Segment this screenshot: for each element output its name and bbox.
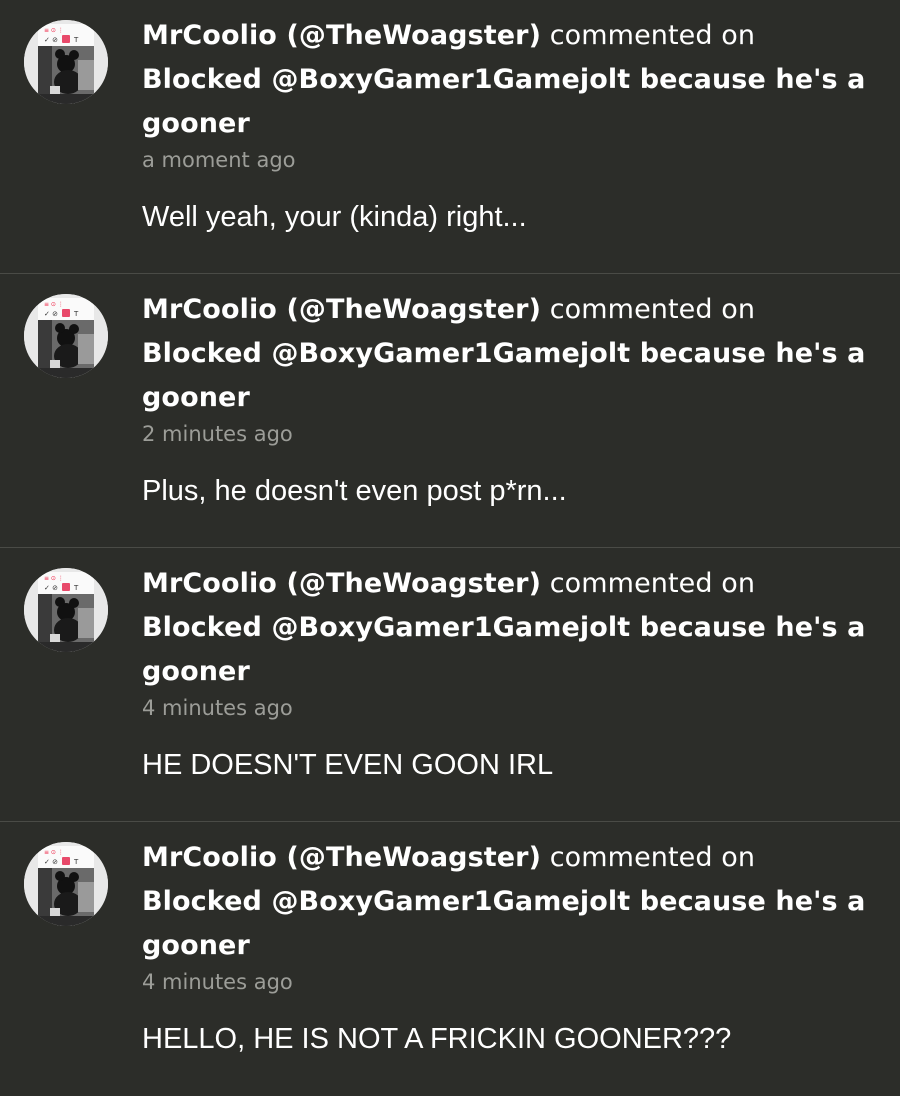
notification-headline: MrCoolio (@TheWoagster) commented on Blo… (142, 562, 882, 694)
svg-text:✓ ⊘: ✓ ⊘ (44, 584, 58, 592)
user-avatar[interactable]: ≡ ⊙ ⋮ ✓ ⊘ T (24, 20, 108, 104)
notification-content: MrCoolio (@TheWoagster) commented on Blo… (142, 562, 882, 783)
avatar-image: ≡ ⊙ ⋮ ✓ ⊘ T (24, 20, 108, 104)
svg-text:T: T (73, 584, 79, 592)
svg-text:≡ ⊙ ⋮: ≡ ⊙ ⋮ (44, 575, 64, 582)
svg-text:T: T (73, 858, 79, 866)
notification-feed: ≡ ⊙ ⋮ ✓ ⊘ T MrCoolio (@TheWoagster) comm… (0, 0, 900, 1096)
notification-headline: MrCoolio (@TheWoagster) commented on Blo… (142, 288, 882, 420)
comment-text: HELLO, HE IS NOT A FRICKIN GOONER??? (142, 1023, 732, 1055)
svg-text:✓ ⊘: ✓ ⊘ (44, 36, 58, 44)
action-text: commented on (549, 842, 756, 873)
notification-content: MrCoolio (@TheWoagster) commented on Blo… (142, 14, 882, 235)
timestamp: a moment ago (142, 148, 296, 172)
svg-text:✓ ⊘: ✓ ⊘ (44, 858, 58, 866)
timestamp: 2 minutes ago (142, 422, 293, 446)
post-title-link[interactable]: Blocked @BoxyGamer1Gamejolt because he's… (142, 64, 865, 139)
post-title-link[interactable]: Blocked @BoxyGamer1Gamejolt because he's… (142, 886, 865, 961)
notification-headline: MrCoolio (@TheWoagster) commented on Blo… (142, 836, 882, 968)
notification-item[interactable]: ≡ ⊙ ⋮ ✓ ⊘ T MrCoolio (@TheWoagster) comm… (0, 822, 900, 1096)
comment-text: HE DOESN'T EVEN GOON IRL (142, 749, 554, 781)
avatar-image: ≡ ⊙ ⋮ ✓ ⊘ T (24, 294, 108, 378)
svg-text:≡ ⊙ ⋮: ≡ ⊙ ⋮ (44, 849, 64, 856)
username-link[interactable]: MrCoolio (@TheWoagster) (142, 568, 541, 599)
timestamp: 4 minutes ago (142, 696, 293, 720)
comment-text: Plus, he doesn't even post p*rn... (142, 475, 567, 507)
notification-headline: MrCoolio (@TheWoagster) commented on Blo… (142, 14, 882, 146)
svg-text:≡ ⊙ ⋮: ≡ ⊙ ⋮ (44, 27, 64, 34)
post-title-link[interactable]: Blocked @BoxyGamer1Gamejolt because he's… (142, 338, 865, 413)
post-title-link[interactable]: Blocked @BoxyGamer1Gamejolt because he's… (142, 612, 865, 687)
user-avatar[interactable]: ≡ ⊙ ⋮ ✓ ⊘ T (24, 294, 108, 378)
username-link[interactable]: MrCoolio (@TheWoagster) (142, 842, 541, 873)
svg-text:T: T (73, 36, 79, 44)
notification-item[interactable]: ≡ ⊙ ⋮ ✓ ⊘ T MrCoolio (@TheWoagster) comm… (0, 0, 900, 274)
username-link[interactable]: MrCoolio (@TheWoagster) (142, 294, 541, 325)
svg-text:✓ ⊘: ✓ ⊘ (44, 310, 58, 318)
username-link[interactable]: MrCoolio (@TheWoagster) (142, 20, 541, 51)
action-text: commented on (549, 568, 756, 599)
user-avatar[interactable]: ≡ ⊙ ⋮ ✓ ⊘ T (24, 568, 108, 652)
svg-text:≡ ⊙ ⋮: ≡ ⊙ ⋮ (44, 301, 64, 308)
notification-content: MrCoolio (@TheWoagster) commented on Blo… (142, 836, 882, 1057)
timestamp: 4 minutes ago (142, 970, 293, 994)
svg-text:T: T (73, 310, 79, 318)
notification-item[interactable]: ≡ ⊙ ⋮ ✓ ⊘ T MrCoolio (@TheWoagster) comm… (0, 548, 900, 822)
action-text: commented on (549, 294, 756, 325)
user-avatar[interactable]: ≡ ⊙ ⋮ ✓ ⊘ T (24, 842, 108, 926)
avatar-image: ≡ ⊙ ⋮ ✓ ⊘ T (24, 842, 108, 926)
notification-content: MrCoolio (@TheWoagster) commented on Blo… (142, 288, 882, 509)
comment-text: Well yeah, your (kinda) right... (142, 201, 527, 233)
notification-item[interactable]: ≡ ⊙ ⋮ ✓ ⊘ T MrCoolio (@TheWoagster) comm… (0, 274, 900, 548)
avatar-image: ≡ ⊙ ⋮ ✓ ⊘ T (24, 568, 108, 652)
action-text: commented on (549, 20, 756, 51)
